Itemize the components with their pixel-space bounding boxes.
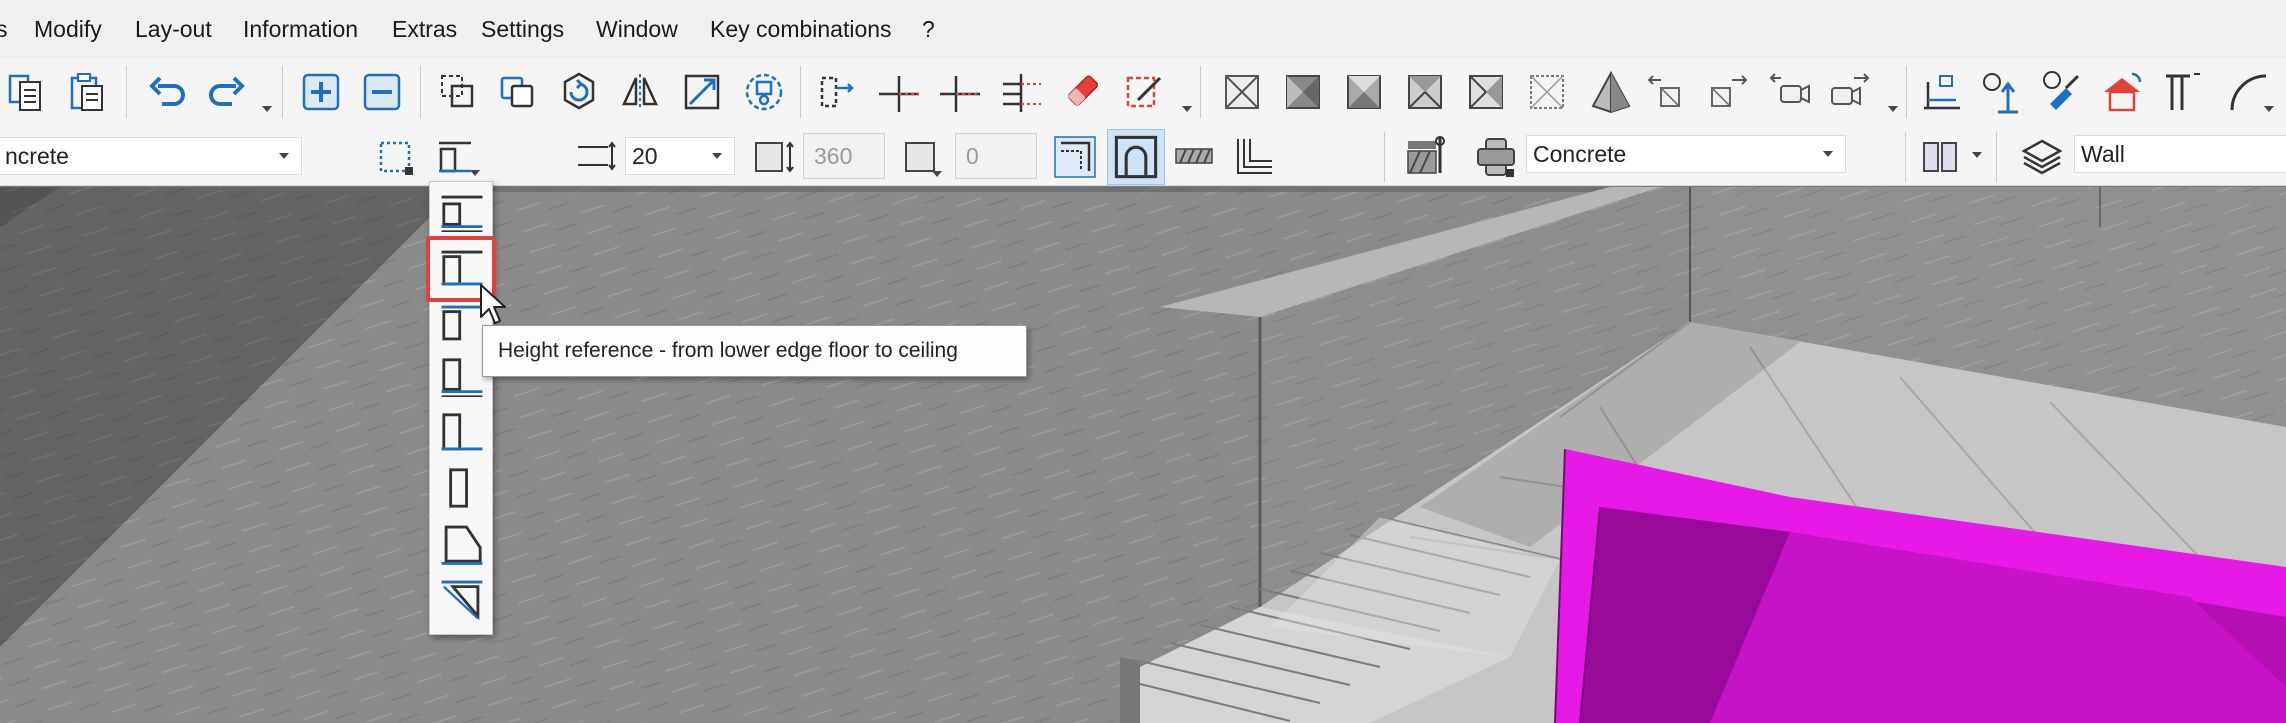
surface-combo-value: Concrete — [1533, 141, 1627, 167]
camera-right-icon[interactable] — [1828, 70, 1872, 114]
view-box-4-icon[interactable] — [1403, 70, 1447, 114]
main-toolbar — [0, 58, 2286, 128]
eraser-icon[interactable] — [1061, 70, 1105, 114]
redo-dropdown-icon[interactable] — [262, 106, 272, 112]
height-reference-dropdown-icon[interactable] — [470, 170, 480, 176]
menu-item-partial[interactable]: s — [0, 0, 8, 58]
undo-icon[interactable] — [146, 70, 190, 114]
chevron-down-icon — [712, 153, 722, 159]
material-combo-value: ncrete — [5, 143, 69, 169]
column-icon[interactable] — [2160, 70, 2204, 114]
view-back-right-icon[interactable] — [1706, 70, 1750, 114]
menu-item-modify[interactable]: Modify — [34, 0, 102, 58]
wall-height-icon — [752, 135, 796, 179]
3d-viewport[interactable] — [0, 187, 2286, 723]
offset-icon — [902, 135, 946, 179]
paint-brush-icon[interactable] — [2040, 70, 2084, 114]
layer-combo-value: Wall — [2081, 141, 2125, 167]
properties-toolbar: ncrete 20 360 0 Concrete Wall — [0, 128, 2286, 186]
mirror-icon[interactable] — [618, 70, 662, 114]
menu-item-help[interactable]: ? — [922, 0, 935, 58]
material-combo[interactable]: ncrete — [0, 137, 302, 175]
dimension-point-icon[interactable] — [373, 135, 417, 179]
hatch-icon[interactable] — [1172, 135, 1216, 179]
surface-combo[interactable]: Concrete — [1526, 135, 1846, 173]
flyout-option-floor-level[interactable] — [437, 408, 487, 458]
menu-item-settings[interactable]: Settings — [481, 0, 564, 58]
copy-list-icon[interactable] — [6, 70, 50, 114]
perspective-icon[interactable] — [1589, 70, 1633, 114]
layer-lines-icon[interactable] — [1232, 135, 1276, 179]
zoom-in-icon[interactable] — [299, 70, 343, 114]
material-tools-icon[interactable] — [1404, 133, 1448, 177]
rotate-icon[interactable] — [557, 70, 601, 114]
flyout-option-sloped[interactable] — [437, 518, 487, 568]
view-box-1-icon[interactable] — [1220, 70, 1264, 114]
layers-icon[interactable] — [2020, 135, 2064, 179]
menu-item-information[interactable]: Information — [243, 0, 358, 58]
trim-line-icon[interactable] — [938, 70, 982, 114]
swap-up-icon[interactable] — [1980, 70, 2024, 114]
paste-icon[interactable] — [66, 70, 110, 114]
layer-grid-icon[interactable] — [1053, 135, 1097, 179]
duplicate-icon[interactable] — [496, 70, 540, 114]
view-box-6-icon[interactable] — [1525, 70, 1569, 114]
menu-item-key-combinations[interactable]: Key combinations — [710, 0, 892, 58]
edit-element-dropdown-icon[interactable] — [1182, 106, 1192, 112]
chevron-down-icon — [279, 153, 289, 159]
scale-icon[interactable] — [680, 70, 724, 114]
thickness-icon — [574, 135, 618, 179]
mouse-pointer-icon — [479, 283, 509, 327]
select-copy-icon[interactable] — [436, 70, 480, 114]
height-field[interactable]: 360 — [803, 133, 885, 179]
zoom-out-icon[interactable] — [360, 70, 404, 114]
menu-bar: s Modify Lay-out Information Extras Sett… — [0, 0, 2286, 58]
properties-icon[interactable] — [742, 70, 786, 114]
tooltip: Height reference - from lower edge floor… — [482, 325, 1027, 377]
split-view-dropdown-icon[interactable] — [1972, 152, 1982, 158]
edit-element-icon[interactable] — [1122, 70, 1166, 114]
view-box-3-icon[interactable] — [1342, 70, 1386, 114]
flyout-option-on-floor[interactable] — [437, 353, 487, 403]
wall-opening-toggle[interactable] — [1107, 129, 1165, 185]
chevron-down-icon — [1823, 151, 1833, 157]
view-box-5-icon[interactable] — [1464, 70, 1508, 114]
layer-combo[interactable]: Wall — [2074, 135, 2286, 173]
menu-item-extras[interactable]: Extras — [392, 0, 457, 58]
menu-item-layout[interactable]: Lay-out — [135, 0, 212, 58]
offset-field[interactable]: 0 — [955, 133, 1037, 179]
split-view-icon[interactable] — [1918, 135, 1962, 179]
roof-icon[interactable] — [2100, 70, 2144, 114]
view-back-left-icon[interactable] — [1645, 70, 1689, 114]
extend-lines-icon[interactable] — [999, 70, 1043, 114]
surface-material-icon[interactable] — [1474, 135, 1518, 179]
flyout-option-free[interactable] — [437, 463, 487, 513]
thickness-value: 20 — [632, 143, 658, 169]
thickness-combo[interactable]: 20 — [625, 137, 735, 175]
flyout-option-floor-to-floor[interactable] — [437, 188, 487, 238]
move-point-icon[interactable] — [816, 70, 860, 114]
concrete-scene — [0, 187, 2286, 723]
view-box-2-icon[interactable] — [1281, 70, 1325, 114]
redo-icon[interactable] — [204, 70, 248, 114]
view-dropdown-icon[interactable] — [1888, 106, 1898, 112]
menu-item-window[interactable]: Window — [596, 0, 678, 58]
camera-left-icon[interactable] — [1767, 70, 1811, 114]
flyout-option-roof-pitch[interactable] — [437, 573, 487, 623]
arc-dropdown-icon[interactable] — [2264, 106, 2274, 112]
split-line-icon[interactable] — [877, 70, 921, 114]
align-icon[interactable] — [1920, 70, 1964, 114]
